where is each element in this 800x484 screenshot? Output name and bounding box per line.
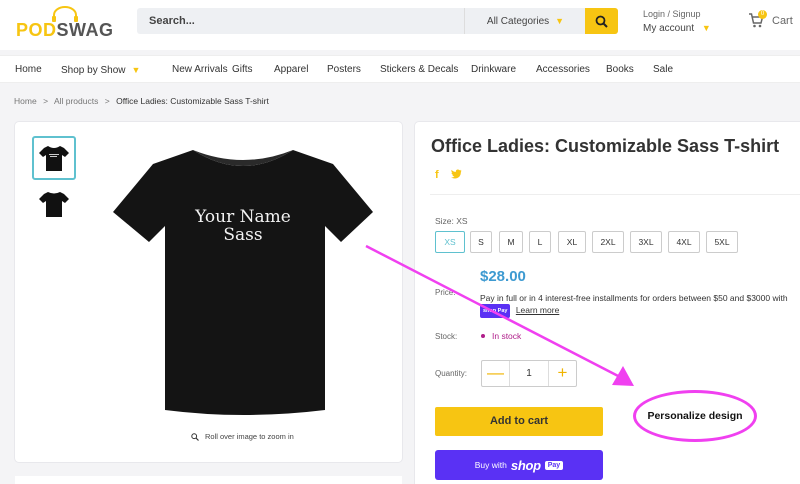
- size-option-2xl[interactable]: 2XL: [592, 231, 624, 253]
- shirt-print-line1: Your Name: [194, 207, 291, 227]
- zoom-icon: [191, 432, 199, 441]
- nav-home[interactable]: Home: [15, 56, 42, 84]
- tshirt-image: Your Name Sass: [113, 150, 373, 415]
- account-menu[interactable]: Login / Signup My account ▼: [643, 9, 711, 34]
- thumbnail-back[interactable]: [32, 182, 76, 226]
- quantity-stepper: — 1 +: [481, 360, 577, 387]
- breadcrumb-all-products[interactable]: All products: [54, 96, 98, 106]
- search-icon: [595, 15, 608, 28]
- size-option-4xl[interactable]: 4XL: [668, 231, 700, 253]
- nav-stickers-decals[interactable]: Stickers & Decals: [380, 56, 458, 84]
- stock-status: In stock: [481, 331, 521, 341]
- stock-label: Stock:: [435, 332, 458, 341]
- shoppay-badge: shop Pay: [480, 304, 511, 318]
- stock-text: In stock: [492, 331, 522, 341]
- category-select-value: All Categories: [486, 15, 550, 27]
- logo-text: PODSWAG: [16, 20, 114, 41]
- breadcrumb-home[interactable]: Home: [14, 96, 37, 106]
- thumbnail-front[interactable]: [32, 136, 76, 180]
- quantity-increase-button[interactable]: +: [548, 361, 576, 386]
- size-label: Size: XS: [435, 216, 468, 226]
- zoom-hint-text: Roll over image to zoom in: [205, 432, 294, 441]
- buy-with-label: Buy with: [474, 460, 507, 470]
- stock-dot-icon: [481, 334, 485, 338]
- nav-new-arrivals[interactable]: New Arrivals: [172, 56, 228, 84]
- add-to-cart-button[interactable]: Add to cart: [435, 407, 603, 436]
- category-select[interactable]: All Categories ▼: [464, 8, 586, 34]
- logo-pod: POD: [16, 20, 57, 40]
- nav-books[interactable]: Books: [606, 56, 634, 84]
- cart-label: Cart: [772, 14, 793, 27]
- nav-shop-by-show-label: Shop by Show: [61, 65, 126, 76]
- tshirt-thumbnail-image: [39, 146, 69, 171]
- quantity-label: Quantity:: [435, 369, 468, 378]
- chevron-down-icon: ▼: [701, 23, 711, 33]
- size-option-xl[interactable]: XL: [558, 231, 586, 253]
- shoppay-logo-pay: Pay: [544, 460, 564, 470]
- installments-info: Pay in full or in 4 interest-free instal…: [480, 292, 795, 318]
- logo[interactable]: PODSWAG: [16, 6, 116, 42]
- breadcrumb: Home > All products > Office Ladies: Cus…: [14, 96, 269, 106]
- size-option-3xl[interactable]: 3XL: [630, 231, 662, 253]
- size-option-l[interactable]: L: [529, 231, 551, 253]
- facebook-icon[interactable]: f: [435, 169, 439, 181]
- my-account-label: My account: [643, 23, 695, 34]
- site-header: PODSWAG All Categories ▼ Login / Signup …: [0, 0, 800, 50]
- login-signup-link[interactable]: Login / Signup: [643, 9, 711, 19]
- zoom-hint: Roll over image to zoom in: [191, 432, 294, 441]
- size-option-m[interactable]: M: [499, 231, 523, 253]
- cart-count-badge: 0: [758, 10, 767, 19]
- nav-apparel[interactable]: Apparel: [274, 56, 308, 84]
- quantity-input[interactable]: 1: [510, 361, 548, 386]
- shoppay-logo-shop: shop: [510, 457, 541, 473]
- price-label: Price:: [435, 288, 456, 297]
- divider: [430, 194, 800, 195]
- learn-more-link[interactable]: Learn more: [516, 305, 559, 315]
- size-option-s[interactable]: S: [470, 231, 492, 253]
- search-bar: All Categories ▼: [137, 8, 618, 34]
- breadcrumb-current: Office Ladies: Customizable Sass T-shirt: [116, 96, 269, 106]
- breadcrumb-separator: >: [43, 96, 49, 106]
- search-button[interactable]: [585, 8, 618, 34]
- main-product-image[interactable]: Your Name Sass: [113, 142, 373, 432]
- quantity-decrease-button[interactable]: —: [482, 361, 510, 386]
- nav-accessories[interactable]: Accessories: [536, 56, 590, 84]
- main-nav: Home Shop by Show ▼ New Arrivals Gifts Ap…: [0, 55, 800, 83]
- search-input[interactable]: [149, 8, 449, 34]
- cart-button[interactable]: 0 Cart: [748, 10, 793, 28]
- installments-text: Pay in full or in 4 interest-free instal…: [480, 293, 788, 303]
- breadcrumb-separator: >: [104, 96, 110, 106]
- below-card: [15, 476, 402, 484]
- tshirt-thumbnail-image: [39, 192, 69, 217]
- chevron-down-icon: ▼: [131, 65, 141, 75]
- product-price: $28.00: [480, 268, 526, 285]
- nav-sale[interactable]: Sale: [653, 56, 673, 84]
- product-title: Office Ladies: Customizable Sass T-shirt: [431, 136, 780, 156]
- shirt-print-line2: Sass: [223, 225, 262, 245]
- chevron-down-icon: ▼: [555, 16, 565, 26]
- twitter-icon[interactable]: [450, 169, 462, 179]
- size-option-5xl[interactable]: 5XL: [706, 231, 738, 253]
- product-gallery: Your Name Sass Roll over image to zoom i…: [15, 122, 402, 462]
- share-links: f: [435, 169, 462, 181]
- nav-shop-by-show[interactable]: Shop by Show ▼: [61, 56, 140, 84]
- my-account-toggle[interactable]: My account ▼: [643, 23, 711, 34]
- buy-with-shoppay-button[interactable]: Buy with shop Pay: [435, 450, 603, 480]
- nav-gifts[interactable]: Gifts: [232, 56, 253, 84]
- nav-posters[interactable]: Posters: [327, 56, 361, 84]
- personalize-design-annotation: Personalize design: [633, 390, 757, 442]
- logo-swag: SWAG: [56, 20, 114, 40]
- size-option-xs[interactable]: XS: [435, 231, 465, 253]
- nav-drinkware[interactable]: Drinkware: [471, 56, 516, 84]
